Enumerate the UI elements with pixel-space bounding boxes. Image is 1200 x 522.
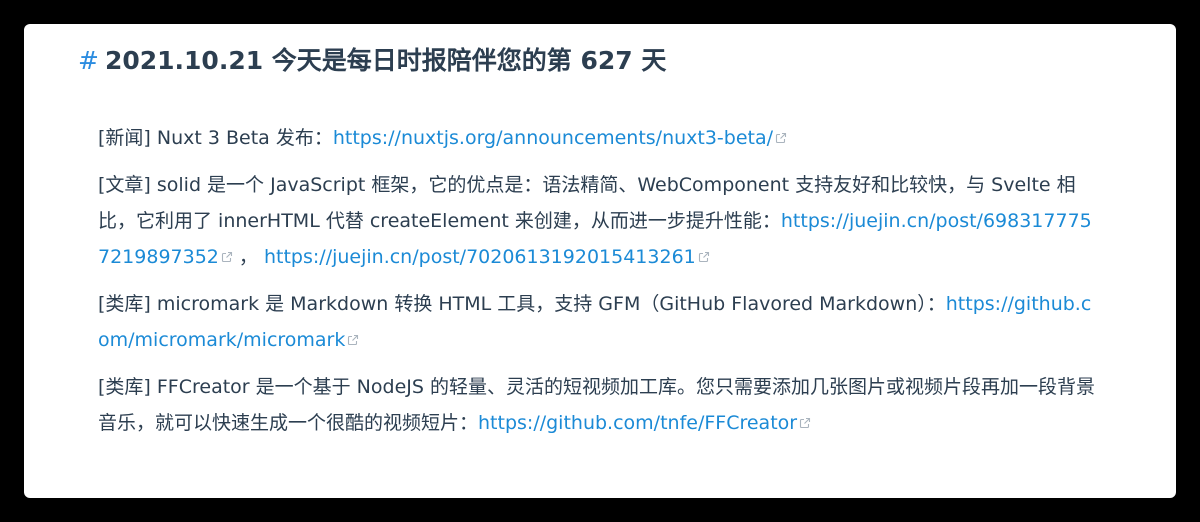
heading-anchor[interactable]: # [78, 46, 99, 75]
link-separator: ， [232, 246, 258, 268]
external-link-icon [698, 251, 710, 263]
external-link-icon [799, 417, 811, 429]
news-item-text: [新闻] Nuxt 3 Beta 发布： [98, 127, 333, 149]
news-list: [新闻] Nuxt 3 Beta 发布：https://nuxtjs.org/a… [98, 120, 1098, 452]
news-item-solid: [文章] solid 是一个 JavaScript 框架，它的优点是：语法精简、… [98, 167, 1098, 275]
content-card: #2021.10.21 今天是每日时报陪伴您的第 627 天 [新闻] Nuxt… [24, 24, 1176, 498]
news-item-ffcreator: [类库] FFCreator 是一个基于 NodeJS 的轻量、灵活的短视频加工… [98, 369, 1098, 441]
external-link-icon [775, 132, 787, 144]
link-nuxt-announcement[interactable]: https://nuxtjs.org/announcements/nuxt3-b… [333, 127, 773, 149]
link-juejin-post-2[interactable]: https://juejin.cn/post/70206131920154132… [264, 246, 696, 268]
external-link-icon [347, 334, 359, 346]
news-item-nuxt: [新闻] Nuxt 3 Beta 发布：https://nuxtjs.org/a… [98, 120, 1098, 156]
heading-title: 2021.10.21 今天是每日时报陪伴您的第 627 天 [104, 46, 667, 75]
page-heading: #2021.10.21 今天是每日时报陪伴您的第 627 天 [78, 41, 666, 81]
news-item-text: [类库] micromark 是 Markdown 转换 HTML 工具，支持 … [98, 293, 946, 315]
news-item-micromark: [类库] micromark 是 Markdown 转换 HTML 工具，支持 … [98, 286, 1098, 358]
link-ffcreator-github[interactable]: https://github.com/tnfe/FFCreator [478, 412, 797, 434]
external-link-icon [221, 251, 233, 263]
